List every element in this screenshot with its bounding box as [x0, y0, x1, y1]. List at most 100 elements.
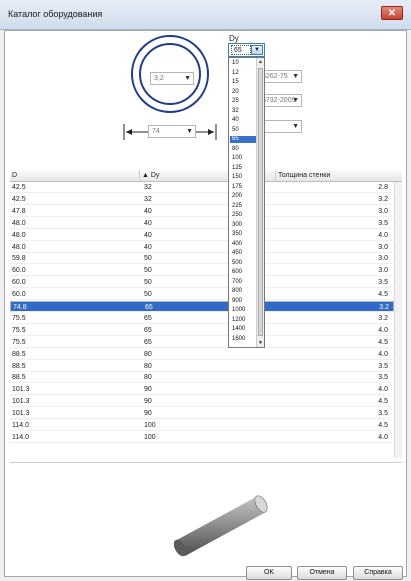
table-row[interactable]: 88.5 80 3.5	[10, 372, 394, 384]
dy-option[interactable]: 15	[230, 79, 256, 86]
dy-option[interactable]: 32	[230, 108, 256, 115]
cell-dy: 80	[144, 350, 152, 358]
table-row[interactable]: 101.3 90 4.0	[10, 384, 394, 396]
dy-option[interactable]: 500	[230, 260, 256, 267]
cancel-button[interactable]: Отмена	[297, 566, 347, 580]
cell-d: 48.0	[12, 219, 26, 227]
cell-dy: 50	[144, 267, 152, 275]
close-icon: ✕	[387, 8, 397, 19]
close-button[interactable]: ✕	[381, 6, 403, 20]
table-row[interactable]: 75.5 65 4.5	[10, 337, 394, 348]
table-row[interactable]: 42.5 32 3.2	[10, 194, 394, 205]
dy-option[interactable]: 150	[230, 174, 256, 181]
dy-option[interactable]: 100	[230, 155, 256, 162]
dy-option[interactable]: 65	[230, 136, 256, 144]
cell-thickness: 4.0	[378, 350, 388, 358]
table-row[interactable]: 114.0 100 4.5	[10, 420, 394, 431]
button-bar: OK Отмена Справка	[4, 561, 407, 581]
table-row[interactable]: 88.5 80 3.5	[10, 361, 394, 372]
cell-dy: 90	[144, 386, 152, 394]
table-scrollbar[interactable]	[394, 182, 402, 458]
dy-option[interactable]: 400	[230, 241, 256, 248]
help-button[interactable]: Справка	[353, 566, 403, 580]
cell-dy: 65	[144, 326, 152, 334]
cell-thickness: 3.2	[378, 314, 388, 322]
table-row[interactable]: 48.0 40 3.0	[10, 242, 394, 253]
standard2-value: 8732-2009	[262, 97, 296, 104]
dy-option[interactable]: 80	[230, 146, 256, 153]
cell-d: 114.0	[12, 433, 29, 441]
dy-option[interactable]: 1200	[230, 317, 256, 324]
table-row[interactable]: 47.8 40 3.0	[10, 206, 394, 217]
cell-d: 42.5	[12, 195, 26, 203]
scroll-up-icon[interactable]: ▲	[257, 58, 264, 66]
dy-combobox[interactable]: 65 ▼	[228, 43, 265, 57]
cell-dy: 100	[144, 433, 156, 441]
table-row[interactable]: 60.0 50 3.5	[10, 277, 394, 289]
table-row[interactable]: 88.5 80 4.0	[10, 349, 394, 360]
cell-dy: 50	[144, 291, 152, 299]
cell-thickness: 3.5	[378, 279, 388, 287]
table-row[interactable]: 101.3 90 4.5	[10, 396, 394, 408]
dy-option[interactable]: 200	[230, 193, 256, 200]
dy-option[interactable]: 800	[230, 288, 256, 295]
cell-thickness: 3.0	[378, 207, 388, 215]
dy-option[interactable]: 12	[230, 70, 256, 77]
dy-option[interactable]: 20	[230, 89, 256, 96]
cell-dy: 90	[144, 410, 152, 418]
dy-option[interactable]: 600	[230, 269, 256, 276]
cell-d: 60.0	[12, 291, 26, 299]
outer-diameter-select[interactable]: 74 ▼	[148, 125, 196, 138]
dy-option[interactable]: 40	[230, 117, 256, 124]
dy-option[interactable]: 1400	[230, 326, 256, 333]
cell-dy: 100	[144, 422, 156, 429]
dy-option[interactable]: 10	[230, 60, 256, 67]
table-row[interactable]: 75.5 65 3.2	[10, 313, 394, 324]
table-row[interactable]: 101.3 90 3.5	[10, 408, 394, 420]
cell-dy: 40	[144, 207, 152, 215]
table-row[interactable]: 75.5 65 4.0	[10, 325, 394, 336]
cell-thickness: 3.5	[378, 362, 388, 370]
column-header-dy[interactable]: ▲ Dy	[140, 170, 232, 181]
table-row[interactable]: 74.8 65 3.2	[10, 301, 394, 312]
table-row[interactable]: 59.8 50 3.0	[10, 253, 394, 265]
table-row[interactable]: 42.5 32 2.8	[10, 182, 394, 193]
dy-option[interactable]: 300	[230, 222, 256, 229]
dy-option[interactable]: 450	[230, 250, 256, 257]
cell-dy: 32	[144, 184, 152, 191]
ok-button[interactable]: OK	[246, 566, 292, 580]
column-header-d[interactable]: D	[10, 170, 140, 181]
cell-thickness: 4.0	[378, 326, 388, 334]
dy-option[interactable]: 50	[230, 127, 256, 134]
cell-d: 74.8	[13, 304, 27, 311]
cell-thickness: 3.5	[378, 410, 388, 418]
cell-thickness: 3.5	[378, 374, 388, 382]
column-header-thickness[interactable]: Толщина стенки	[276, 170, 402, 181]
scroll-thumb[interactable]	[258, 68, 263, 336]
table-row[interactable]: 48.0 40 4.0	[10, 230, 394, 241]
table-row[interactable]: 60.0 50 3.0	[10, 265, 394, 277]
pipe-section-drawing	[123, 35, 217, 140]
dy-dropdown-button[interactable]: ▼	[251, 45, 263, 55]
scroll-down-icon[interactable]: ▼	[257, 339, 264, 347]
dy-option[interactable]: 350	[230, 231, 256, 238]
dy-option[interactable]: 250	[230, 212, 256, 219]
dy-option[interactable]: 700	[230, 279, 256, 286]
dy-combobox-value: 65	[231, 45, 251, 55]
table-row[interactable]: 114.0 100 4.0	[10, 432, 394, 443]
dy-option[interactable]: 125	[230, 165, 256, 172]
dy-option[interactable]: 225	[230, 203, 256, 210]
cell-dy: 65	[145, 304, 153, 311]
dy-option[interactable]: 175	[230, 184, 256, 191]
dy-option[interactable]: 1000	[230, 307, 256, 314]
dy-option[interactable]: 900	[230, 298, 256, 305]
dy-list-scrollbar[interactable]: ▲ ▼	[256, 58, 264, 347]
wall-thickness-select[interactable]: 3,2 ▼	[150, 72, 194, 85]
table-row[interactable]: 60.0 50 4.5	[10, 289, 394, 301]
dy-option[interactable]: 1600	[230, 336, 256, 343]
cell-dy: 80	[144, 374, 152, 382]
cell-dy: 40	[144, 231, 152, 239]
dy-option[interactable]: 25	[230, 98, 256, 105]
title-bar: Каталог оборудования ✕	[0, 0, 411, 30]
table-row[interactable]: 48.0 40 3.5	[10, 218, 394, 229]
